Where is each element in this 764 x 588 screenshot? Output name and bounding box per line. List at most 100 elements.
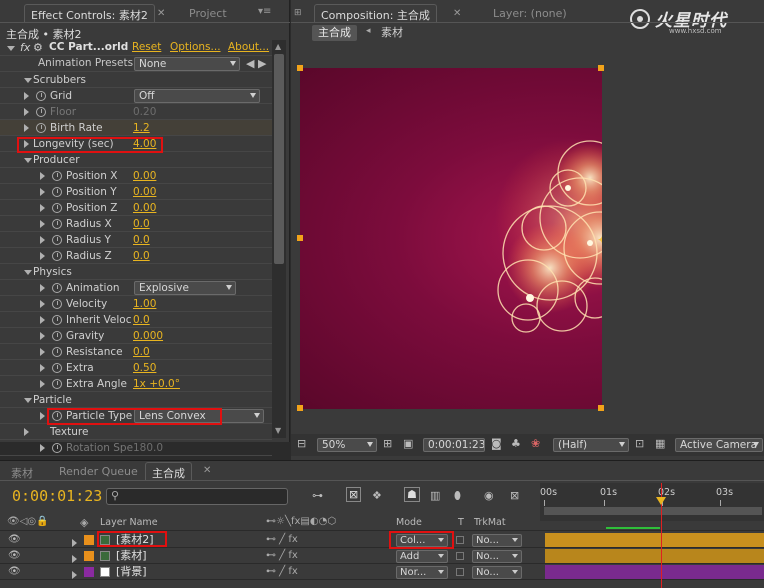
show-snapshot-icon[interactable]: ♣: [511, 437, 521, 450]
animation-presets-dropdown[interactable]: None: [134, 57, 240, 71]
expand-triangle-icon[interactable]: [40, 380, 45, 388]
effect-controls-scrollbar[interactable]: ▲ ▼: [272, 40, 286, 438]
stopwatch-icon[interactable]: [52, 379, 62, 389]
handle-br[interactable]: [598, 405, 604, 411]
stopwatch-icon[interactable]: [52, 171, 62, 181]
expand-triangle-icon[interactable]: [24, 158, 32, 163]
tab-effect-controls[interactable]: Effect Controls: 素材2: [24, 4, 155, 22]
breadcrumb-next[interactable]: 素材: [381, 25, 403, 41]
expand-triangle-icon[interactable]: [40, 284, 45, 292]
stopwatch-icon[interactable]: [36, 123, 46, 133]
close-icon[interactable]: ✕: [157, 8, 165, 19]
effect-row-velocity[interactable]: Velocity 1.00: [0, 296, 272, 312]
always-preview-icon[interactable]: ⊟: [297, 437, 306, 450]
expand-triangle-icon[interactable]: [40, 444, 45, 452]
expand-triangle-icon[interactable]: [24, 92, 29, 100]
composition-viewer[interactable]: ✦: [300, 68, 602, 409]
layer-label-color[interactable]: [84, 535, 94, 545]
effect-row-value[interactable]: 0.0: [133, 248, 150, 264]
effect-row-value[interactable]: 0.0: [133, 344, 150, 360]
effect-row-inherit-veloc[interactable]: Inherit Veloc 0.0: [0, 312, 272, 328]
col-layer-name[interactable]: Layer Name: [100, 517, 158, 528]
frame-blending-icon[interactable]: ▥: [430, 489, 440, 502]
stopwatch-icon[interactable]: [52, 299, 62, 309]
zoom-dropdown[interactable]: 50%: [317, 438, 377, 452]
expand-triangle-icon[interactable]: [40, 332, 45, 340]
effect-row-value[interactable]: 0.0: [133, 232, 150, 248]
effect-row-radius-y[interactable]: Radius Y 0.0: [0, 232, 272, 248]
panel-menu-icon[interactable]: ▾≡: [258, 6, 271, 17]
stopwatch-icon[interactable]: [52, 251, 62, 261]
visibility-eye-icon[interactable]: 👁: [8, 548, 21, 564]
layer-duration-bar[interactable]: [545, 549, 764, 563]
lock-icon[interactable]: ⊞: [294, 8, 302, 18]
stopwatch-icon[interactable]: [52, 443, 62, 453]
handle-tl[interactable]: [297, 65, 303, 71]
preserve-transparency-checkbox[interactable]: [456, 536, 464, 544]
tab-layer[interactable]: Layer: (none): [486, 4, 574, 22]
effect-row-value[interactable]: 180.0: [133, 440, 163, 456]
effect-row-radius-z[interactable]: Radius Z 0.0: [0, 248, 272, 264]
trkmat-dropdown[interactable]: No...: [472, 566, 522, 579]
timeline-timecode[interactable]: 0:00:01:23: [12, 487, 102, 505]
effect-row-value[interactable]: 0.00: [133, 200, 156, 216]
grid-icon[interactable]: ⊞: [383, 437, 392, 450]
preserve-transparency-checkbox[interactable]: [456, 552, 464, 560]
effect-row-birth-rate[interactable]: Birth Rate 1.2: [0, 120, 272, 136]
expand-triangle-icon[interactable]: [40, 220, 45, 228]
expand-triangle-icon[interactable]: [40, 204, 45, 212]
stopwatch-icon[interactable]: [52, 331, 62, 341]
layer-label-color[interactable]: [84, 567, 94, 577]
layer-name[interactable]: [背景]: [116, 564, 147, 580]
effect-row-producer[interactable]: Producer: [0, 152, 272, 168]
effect-row-value[interactable]: 0.50: [133, 360, 156, 376]
resolution-dropdown[interactable]: (Half): [553, 438, 629, 452]
stopwatch-icon[interactable]: [52, 187, 62, 197]
handle-bl[interactable]: [297, 405, 303, 411]
expand-triangle-icon[interactable]: [40, 316, 45, 324]
effect-row-scrubbers[interactable]: Scrubbers: [0, 72, 272, 88]
blend-mode-dropdown[interactable]: Nor...: [396, 566, 448, 579]
blend-mode-dropdown[interactable]: Add: [396, 550, 448, 563]
expand-triangle-icon[interactable]: [40, 364, 45, 372]
effect-row-value[interactable]: 0.000: [133, 328, 163, 344]
work-area-bar[interactable]: [544, 507, 762, 515]
stopwatch-icon[interactable]: [52, 315, 62, 325]
layer-row[interactable]: 👁 [素材] ⊷ ╱ fx Add No...: [0, 548, 764, 564]
effect-row-position-z[interactable]: Position Z 0.00: [0, 200, 272, 216]
snapshot-icon[interactable]: ◙: [491, 437, 502, 450]
expand-triangle-icon[interactable]: [24, 428, 29, 436]
effect-row-rotation-spe[interactable]: Rotation Spe 180.0: [0, 440, 272, 456]
effect-row-dropdown[interactable]: Explosive: [134, 281, 236, 295]
collapse-triangle-icon[interactable]: [7, 46, 15, 51]
visibility-eye-icon[interactable]: 👁: [8, 564, 21, 580]
fx-icon[interactable]: fx: [20, 41, 30, 54]
handle-tr[interactable]: [598, 65, 604, 71]
scroll-down-icon[interactable]: ▼: [275, 426, 281, 435]
timeline-tab-close-icon[interactable]: ✕: [203, 465, 211, 476]
expand-triangle-icon[interactable]: [40, 300, 45, 308]
live-update-icon[interactable]: ⊠: [346, 487, 362, 502]
next-preset-icon[interactable]: ▶: [258, 57, 266, 70]
motion-blur-icon[interactable]: ⬮: [454, 489, 461, 503]
options-link[interactable]: Options...: [170, 41, 221, 53]
layer-switches[interactable]: ⊷ ╱ fx: [266, 532, 298, 548]
timeline-tab-2[interactable]: 主合成: [145, 462, 192, 480]
prev-preset-icon[interactable]: ◀: [246, 57, 254, 70]
time-marker-icon[interactable]: [656, 497, 666, 505]
effect-row-particle[interactable]: Particle: [0, 392, 272, 408]
effect-row-extra[interactable]: Extra 0.50: [0, 360, 272, 376]
about-link[interactable]: About...: [228, 41, 269, 53]
expand-triangle-icon[interactable]: [24, 270, 32, 275]
effect-row-value[interactable]: 0.0: [133, 216, 150, 232]
effect-row-radius-x[interactable]: Radius X 0.0: [0, 216, 272, 232]
scroll-up-icon[interactable]: ▲: [275, 42, 281, 51]
effect-row-physics[interactable]: Physics: [0, 264, 272, 280]
visibility-eye-icon[interactable]: 👁: [8, 532, 21, 548]
stopwatch-icon[interactable]: [36, 91, 46, 101]
effect-row-texture[interactable]: Texture: [0, 424, 272, 440]
brainstorm-icon[interactable]: ◉: [484, 489, 494, 502]
expand-triangle-icon[interactable]: [40, 412, 45, 420]
layer-switches[interactable]: ⊷ ╱ fx: [266, 564, 298, 580]
expand-triangle-icon[interactable]: [40, 188, 45, 196]
